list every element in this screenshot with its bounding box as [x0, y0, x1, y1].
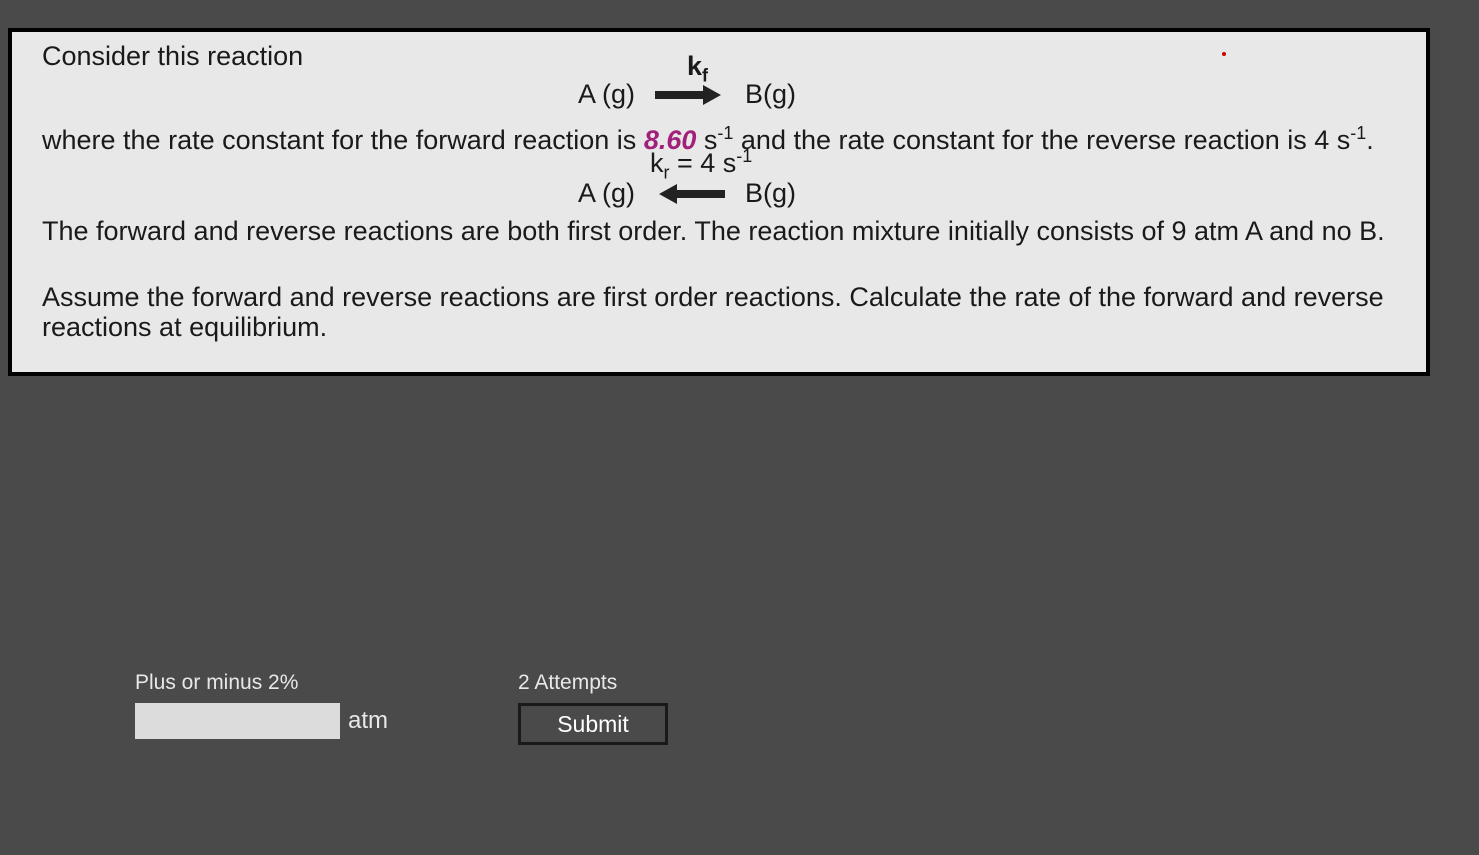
instruction-paragraph: Assume the forward and reverse reactions…: [42, 283, 1396, 342]
para1-mid2: and the rate constant for the reverse re…: [733, 125, 1350, 155]
attempts-label: 2 Attempts: [518, 671, 668, 695]
tolerance-label: Plus or minus 2%: [135, 671, 388, 695]
submit-button[interactable]: Submit: [518, 703, 668, 745]
para1-before: where the rate constant for the forward …: [42, 125, 644, 155]
kf-letter: k: [687, 51, 702, 81]
reverse-left-species: A (g): [578, 179, 635, 209]
reverse-right-species: B(g): [745, 179, 796, 209]
kr-sup: -1: [736, 146, 752, 166]
kr-letter: k: [650, 148, 664, 178]
left-arrow-icon: [655, 187, 725, 201]
initial-conditions-paragraph: The forward and reverse reactions are bo…: [42, 217, 1396, 247]
question-text: Consider this reaction kf A (g) B(g) whe…: [42, 42, 1396, 342]
unit-label: atm: [348, 707, 388, 735]
para1-end: .: [1366, 125, 1374, 155]
answer-input-column: Plus or minus 2% atm: [135, 671, 388, 739]
kr-label: kr = 4 s-1: [650, 147, 752, 183]
forward-left-species: A (g): [578, 80, 635, 110]
answer-area: Plus or minus 2% atm 2 Attempts Submit: [135, 671, 668, 745]
para1-sup2: -1: [1350, 123, 1366, 143]
intro-text: Consider this reaction: [42, 42, 1396, 72]
para1-sup1: -1: [717, 123, 733, 143]
submit-column: 2 Attempts Submit: [518, 671, 668, 745]
right-arrow-icon: [655, 88, 725, 102]
kr-eq: = 4 s: [670, 148, 737, 178]
answer-input[interactable]: [135, 703, 340, 739]
input-row: atm: [135, 703, 388, 739]
forward-right-species: B(g): [745, 80, 796, 110]
forward-reaction-equation: kf A (g) B(g): [42, 74, 1396, 124]
question-panel: Consider this reaction kf A (g) B(g) whe…: [8, 28, 1430, 376]
reverse-reaction-equation: kr = 4 s-1 A (g) B(g): [42, 155, 1396, 217]
